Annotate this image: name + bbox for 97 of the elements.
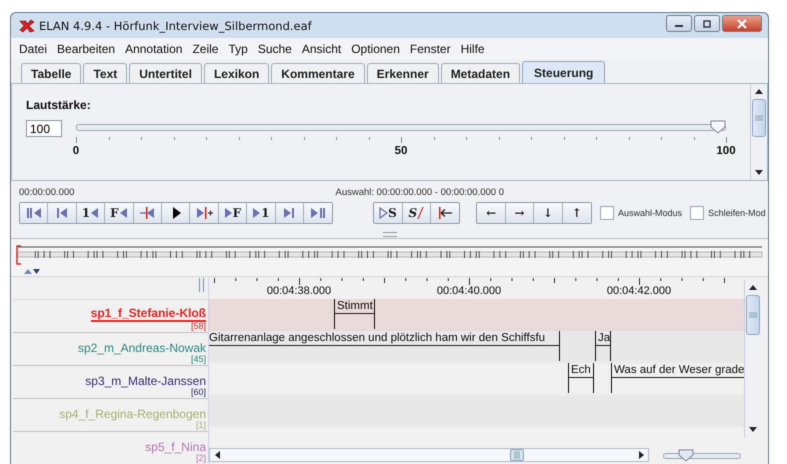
- player-button[interactable]: [431, 203, 460, 223]
- volume-slider-thumb[interactable]: [710, 120, 726, 134]
- right-arrow-icon: [638, 451, 644, 459]
- tab[interactable]: Steuerung: [522, 61, 606, 83]
- close-icon: [736, 18, 748, 28]
- grip-icon: [749, 312, 757, 318]
- skip-to-end-icon: [309, 206, 328, 220]
- up-arrow-icon: [749, 285, 757, 290]
- vertical-scrollbar[interactable]: [744, 280, 761, 437]
- annotation-count: [2]: [196, 454, 206, 463]
- zoom-slider-thumb[interactable]: [678, 448, 694, 462]
- app-logo-icon: [19, 18, 35, 32]
- menu-item[interactable]: Ansicht: [302, 42, 350, 56]
- menu-item[interactable]: Fenster: [410, 42, 459, 56]
- time-label: 00:04:42.000: [606, 285, 672, 297]
- close-button[interactable]: [722, 15, 762, 32]
- step-forward-icon: [252, 206, 262, 220]
- menu-item[interactable]: Annotation: [125, 42, 190, 56]
- resize-handle[interactable]: [199, 278, 204, 292]
- annotation[interactable]: Gitarrenanlage angeschlossen und plötzlich ham wir den Schiffsfu: [209, 331, 560, 361]
- tab[interactable]: Lexikon: [204, 63, 270, 83]
- annotation[interactable]: Was auf der Weser grade: [611, 363, 744, 393]
- player-button[interactable]: 1: [76, 203, 106, 223]
- tier-name[interactable]: sp3_m_Malte-Janssen: [85, 375, 206, 388]
- player-button[interactable]: 1: [247, 203, 276, 223]
- tab[interactable]: Untertitel: [129, 63, 202, 83]
- volume-label: Lautstärke:: [26, 98, 92, 112]
- scale-label: 0: [72, 145, 80, 157]
- down-arrow-icon: [749, 427, 757, 432]
- grip-icon: [755, 115, 763, 121]
- expand-collapse-icon: [23, 268, 41, 275]
- volume-slider[interactable]: [76, 120, 726, 134]
- player-button[interactable]: ↓: [534, 203, 563, 223]
- player-button[interactable]: F: [218, 203, 248, 223]
- back-to-marker-icon: [437, 206, 454, 220]
- annotation-count: [45]: [190, 355, 206, 364]
- time-label: 00:04:38.000: [266, 285, 332, 297]
- skip-to-start-icon: [24, 206, 43, 220]
- forward-to-marker-icon: [196, 206, 213, 220]
- menu-item[interactable]: Datei: [19, 42, 56, 56]
- step-back-icon: [118, 206, 128, 220]
- grip-icon: [514, 451, 520, 459]
- tab[interactable]: Metadaten: [440, 63, 520, 83]
- annotation[interactable]: Ja: [595, 331, 611, 361]
- scale-label: 50: [394, 145, 408, 157]
- annotation-count: [58]: [190, 322, 206, 331]
- step-forward-icon: [224, 206, 233, 220]
- annotation[interactable]: Stimmt: [334, 299, 375, 329]
- checkbox-label: Auswahl-Modus: [618, 208, 682, 218]
- slash-icon: [417, 206, 424, 220]
- up-arrow-icon: [755, 89, 763, 94]
- annotation-count: [60]: [190, 388, 206, 397]
- tab[interactable]: Tabelle: [21, 63, 82, 83]
- menu-item[interactable]: Bearbeiten: [57, 42, 124, 56]
- slider-thumb-icon: [678, 448, 694, 462]
- current-time: 00:00:00.000: [19, 186, 74, 198]
- menu-item[interactable]: Zeile: [192, 42, 226, 56]
- scale-label: 100: [716, 145, 736, 157]
- checkbox[interactable]: [690, 206, 704, 220]
- tab[interactable]: Text: [83, 63, 128, 83]
- vertical-scrollbar[interactable]: [750, 84, 767, 180]
- menu-item[interactable]: Suche: [258, 42, 300, 56]
- menu-item[interactable]: Hilfe: [460, 42, 493, 56]
- annotation-count: [1]: [196, 421, 206, 430]
- time-label: 00:04:40.000: [436, 285, 502, 297]
- player-button[interactable]: F: [105, 203, 134, 223]
- player-button[interactable]: [162, 203, 190, 223]
- play-icon: [379, 206, 388, 220]
- player-button[interactable]: S: [402, 203, 432, 223]
- step-back-icon: [90, 206, 100, 220]
- player-button[interactable]: ↑: [562, 203, 592, 223]
- menu-item[interactable]: Typ: [228, 42, 256, 56]
- left-arrow-icon: [214, 451, 220, 459]
- selection-info: Auswahl: 00:00:00.000 - 00:00:00.000 0: [335, 186, 504, 198]
- annotation[interactable]: Ech: [568, 363, 594, 393]
- player-button[interactable]: S: [374, 203, 403, 223]
- checkbox[interactable]: [600, 206, 614, 220]
- skip-forward-icon: [282, 206, 296, 220]
- player-button[interactable]: ←: [477, 203, 506, 223]
- checkbox-label: Schleifen-Mod: [708, 208, 766, 218]
- volume-field[interactable]: 100: [26, 120, 62, 137]
- window-title: ELAN 4.9.4 - Hörfunk_Interview_Silbermond.eaf: [39, 18, 313, 32]
- slider-thumb-icon: [710, 120, 726, 134]
- zoom-slider[interactable]: [663, 448, 741, 462]
- maximize-icon: [702, 20, 712, 28]
- splitter-handle[interactable]: [382, 232, 396, 237]
- tab[interactable]: Erkenner: [366, 63, 439, 83]
- player-button[interactable]: →: [506, 203, 534, 223]
- tab[interactable]: Kommentare: [271, 63, 365, 83]
- menu-item[interactable]: Optionen: [351, 42, 408, 56]
- tier-name[interactable]: sp2_m_Andreas-Nowak: [78, 342, 206, 355]
- back-to-marker-icon: [139, 206, 156, 220]
- horizontal-scrollbar[interactable]: [209, 448, 649, 462]
- down-arrow-icon: [755, 170, 763, 175]
- minimize-button[interactable]: [666, 15, 692, 32]
- skip-back-icon: [55, 206, 70, 220]
- maximize-button[interactable]: [694, 15, 720, 32]
